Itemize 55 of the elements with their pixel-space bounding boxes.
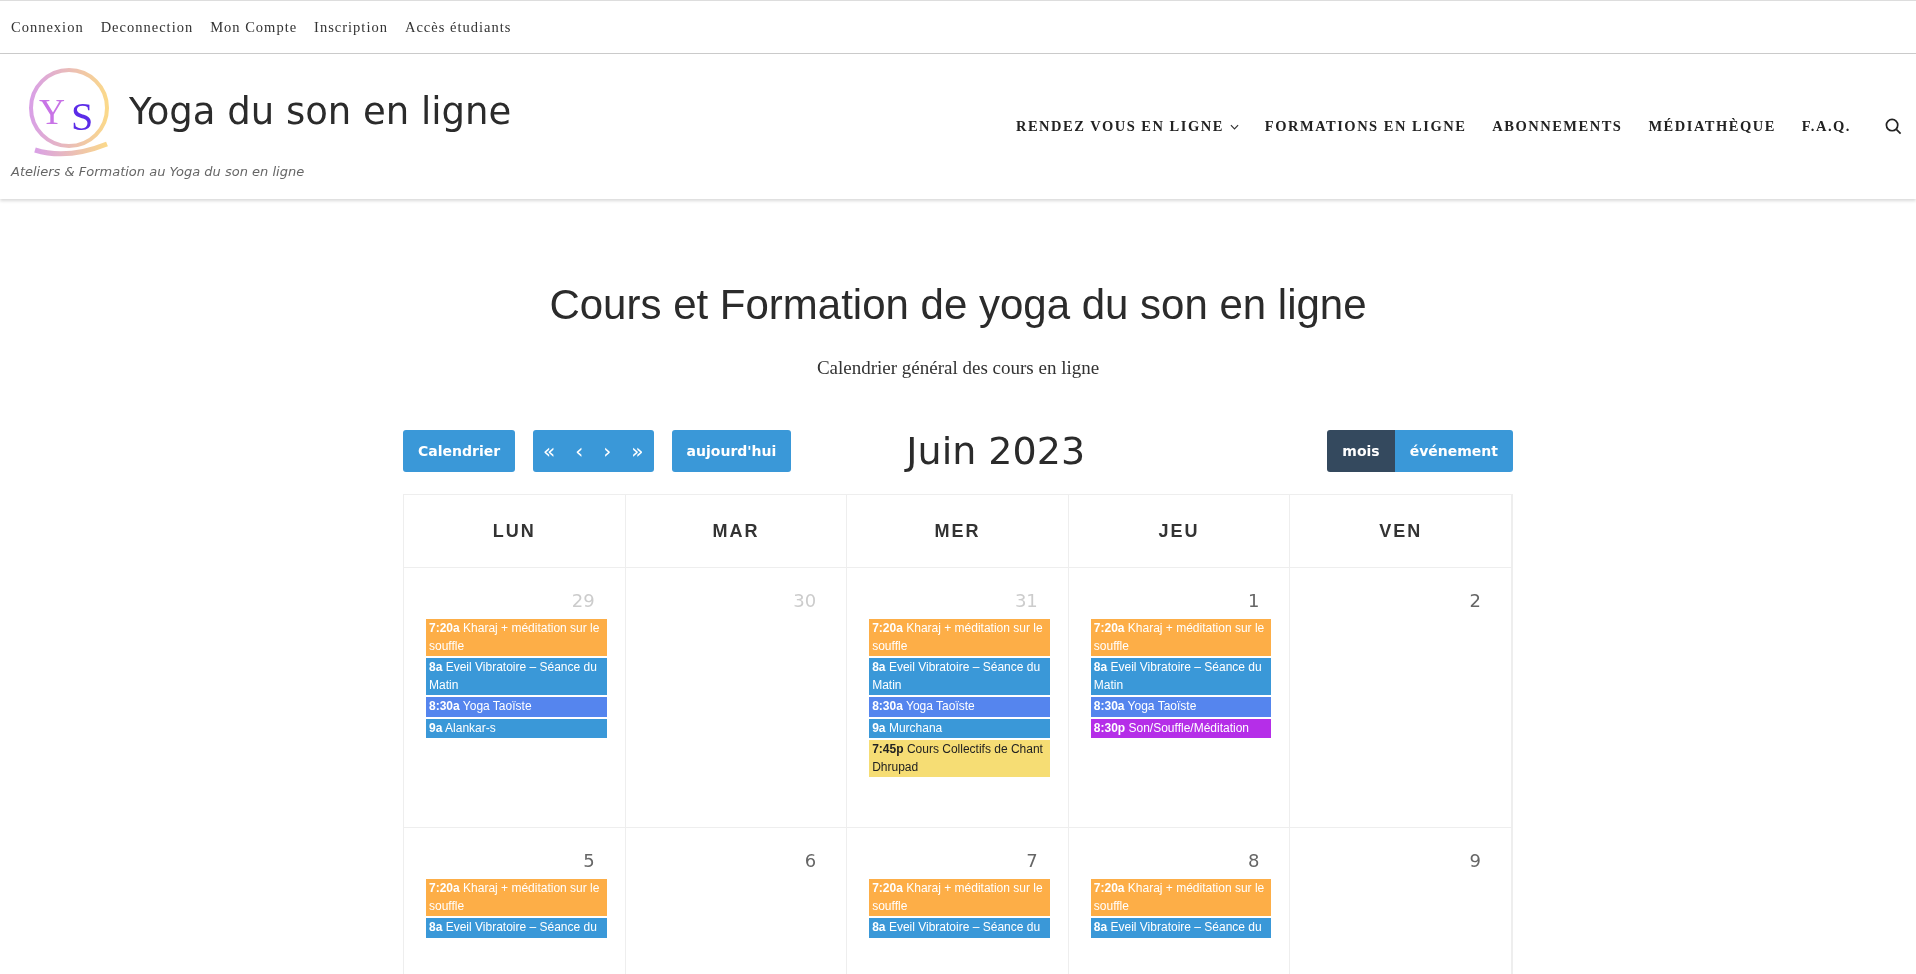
calendar-event[interactable]: 8a Eveil Vibratoire – Séance du [426,918,607,938]
calendar-event[interactable]: 8a Eveil Vibratoire – Séance du Matin [1090,658,1272,695]
calendar-event[interactable]: 8a Eveil Vibratoire – Séance du [1090,918,1272,938]
calendar-event[interactable]: 8:30a Yoga Taoïste [426,697,607,717]
site-tagline: Ateliers & Formation au Yoga du son en ligne [11,164,306,179]
calendar-event[interactable]: 7:45p Cours Collectifs de Chant Dhrupad [869,740,1050,777]
day-number: 2 [1468,590,1481,612]
weekday-header: LUN [492,520,536,542]
calendar-event[interactable]: 8:30a Yoga Taoïste [869,697,1050,717]
view-toggle-button[interactable]: événement [1394,430,1513,472]
calendar-button[interactable]: Calendrier [403,430,516,472]
top-menu-link[interactable]: Inscription [314,18,388,36]
calendar-event[interactable]: 7:20a Kharaj + méditation sur le souffle [869,619,1050,656]
day-number: 8 [1246,850,1260,872]
nav-link[interactable]: ABONNEMENTS [1492,118,1623,135]
calendar-event[interactable]: 9a Alankar-s [426,718,607,738]
calendar-event[interactable]: 9a Murchana [869,718,1050,738]
day-number: 6 [803,850,817,872]
weekday-header: VEN [1379,520,1423,542]
site-title[interactable]: Yoga du son en ligne [129,89,512,133]
weekday-header: MER [934,520,981,542]
weekday-header: MAR [712,520,760,542]
page-subtitle: Calendrier général des cours en ligne [816,357,1100,379]
top-menu-link[interactable]: Deconnection [100,18,194,36]
top-menu-link[interactable]: Mon Compte [210,18,298,36]
navigation-button[interactable]: › [593,430,622,472]
day-number: 5 [582,850,595,872]
view-toggle-button[interactable]: mois [1327,430,1395,472]
page-title: Cours et Formation de yoga du son en ligne [549,280,1367,330]
month-title: Juin 2023 [906,429,1086,473]
calendar-event[interactable]: 7:20a Kharaj + méditation sur le souffle [1090,619,1272,656]
calendar-event[interactable]: 8:30p Son/Souffle/Méditation [1090,718,1272,738]
top-menu-link[interactable]: Connexion [11,18,84,36]
day-number: 7 [1025,850,1038,872]
calendar-event[interactable]: 8a Eveil Vibratoire – Séance du [869,918,1050,938]
calendar-event[interactable]: 7:20a Kharaj + méditation sur le souffle [426,879,607,916]
navigation-button[interactable]: « [533,430,566,472]
calendar-event[interactable]: 8a Eveil Vibratoire – Séance du Matin [869,658,1050,695]
calendar-button[interactable]: aujourd'hui [671,430,792,472]
calendar-event[interactable]: 7:20a Kharaj + méditation sur le souffle [426,619,607,656]
nav-link[interactable]: FORMATIONS EN LIGNE [1264,118,1467,135]
calendar-event[interactable]: 8a Eveil Vibratoire – Séance du Matin [426,658,607,695]
calendar-event[interactable]: 7:20a Kharaj + méditation sur le souffle [869,879,1050,916]
weekday-header: JEU [1158,520,1200,542]
navigation-button[interactable]: » [621,430,654,472]
nav-link[interactable]: RENDEZ VOUS EN LIGNE [1015,118,1239,135]
nav-link[interactable]: MÉDIATHÈQUE [1648,118,1776,135]
day-number: 1 [1246,590,1260,612]
calendar-event[interactable]: 7:20a Kharaj + méditation sur le souffle [1090,879,1272,916]
search-icon[interactable] [1885,118,1902,135]
calendar-event[interactable]: 8:30a Yoga Taoïste [1090,697,1272,717]
day-number: 9 [1468,850,1481,872]
navigation-button[interactable]: ‹ [565,430,594,472]
nav-link[interactable]: F.A.Q. [1801,118,1851,135]
top-menu-link[interactable]: Accès étudiants [404,18,512,36]
